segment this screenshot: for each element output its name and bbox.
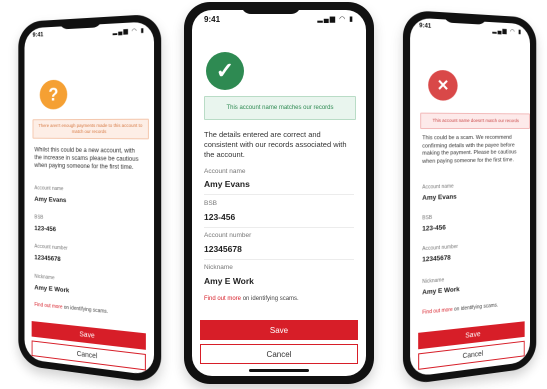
nickname-value: Amy E Work [204, 276, 254, 286]
find-out-more-link[interactable]: Find out more [204, 296, 241, 302]
bsb-value: 123-456 [422, 224, 446, 233]
cross-icon: ✕ [428, 69, 458, 101]
nickname-label: Nickname [422, 277, 445, 286]
account-number-value: 12345678 [34, 254, 61, 264]
divider [204, 259, 354, 260]
bsb-label: BSB [204, 200, 218, 207]
status-time: 9:41 [32, 32, 44, 39]
divider [204, 227, 354, 228]
success-banner-text: This account name matches our records [226, 105, 334, 111]
status-time: 9:41 [419, 23, 432, 30]
notch [241, 2, 301, 14]
save-button[interactable]: Save [200, 320, 358, 340]
account-name-label: Account name [34, 185, 64, 193]
warning-banner: There aren't enough payments made to thi… [32, 118, 149, 140]
cancel-button-label: Cancel [462, 350, 484, 360]
nickname-label: Nickname [34, 273, 55, 282]
save-button-label: Save [79, 330, 95, 340]
scam-info-text: on identifying scams. [452, 302, 499, 313]
screen-warning: 9:41 ▂▄▆ ◠ ▮ ? There aren't enough payme… [24, 21, 155, 376]
account-number-value: 12345678 [204, 244, 242, 254]
check-icon: ✓ [206, 52, 244, 90]
account-number-value: 12345678 [422, 254, 451, 264]
success-message: The details entered are correct and cons… [204, 130, 347, 159]
nickname-value: Amy E Work [34, 284, 70, 295]
account-name-value: Amy Evans [34, 196, 67, 205]
error-banner-text: This account name doesn't match our reco… [432, 117, 519, 124]
scam-info-row: Find out more on identifying scams. [422, 302, 498, 315]
status-icons: ▂▄▆ ◠ ▮ [112, 27, 145, 36]
phone-right: 9:41 ▂▄▆ ◠ ▮ ✕ This account name doesn't… [402, 9, 537, 386]
save-button-label: Save [465, 330, 481, 340]
bsb-value: 123-456 [204, 212, 236, 222]
account-name-value: Amy Evans [422, 193, 457, 202]
bsb-value: 123-456 [34, 225, 57, 234]
success-banner: This account name matches our records [204, 96, 356, 120]
status-icons: ▂▄▆ ◠ ▮ [317, 16, 354, 23]
divider [204, 194, 354, 195]
scam-info-text: on identifying scams. [62, 304, 109, 316]
scam-info-text: on identifying scams. [241, 296, 299, 302]
screen-error: 9:41 ▂▄▆ ◠ ▮ ✕ This account name doesn't… [410, 17, 531, 378]
question-mark-glyph: ? [48, 84, 59, 105]
account-number-label: Account number [422, 243, 459, 253]
find-out-more-link[interactable]: Find out more [422, 307, 452, 316]
cancel-button-label: Cancel [76, 350, 98, 360]
cross-glyph: ✕ [436, 77, 450, 95]
account-number-label: Account number [34, 243, 68, 252]
scam-info-row: Find out more on identifying scams. [204, 296, 299, 302]
home-indicator [249, 369, 309, 372]
find-out-more-link[interactable]: Find out more [34, 302, 62, 311]
error-message: This could be a scam. We recommend confi… [422, 134, 517, 165]
nickname-value: Amy E Work [422, 286, 460, 297]
screen-success: 9:41 ▂▄▆ ◠ ▮ ✓ This account name matches… [192, 10, 366, 376]
status-time: 9:41 [204, 15, 221, 24]
status-icons: ▂▄▆ ◠ ▮ [492, 28, 522, 36]
phone-center: 9:41 ▂▄▆ ◠ ▮ ✓ This account name matches… [184, 2, 374, 384]
bsb-label: BSB [422, 214, 433, 222]
phone-left: 9:41 ▂▄▆ ◠ ▮ ? There aren't enough payme… [18, 13, 162, 384]
scam-info-row: Find out more on identifying scams. [34, 302, 108, 315]
warning-banner-text: There aren't enough payments made to thi… [38, 122, 143, 135]
bsb-label: BSB [34, 214, 44, 221]
check-glyph: ✓ [215, 58, 235, 83]
save-button-label: Save [269, 325, 289, 335]
cancel-button-label: Cancel [266, 349, 292, 359]
nickname-label: Nickname [204, 264, 233, 271]
warning-message: Whilst this could be a new account, with… [34, 147, 139, 172]
cancel-button[interactable]: Cancel [200, 344, 358, 364]
error-banner: This account name doesn't match our reco… [420, 112, 531, 130]
question-mark-icon: ? [39, 79, 68, 110]
account-name-label: Account name [422, 183, 454, 191]
account-name-label: Account name [204, 168, 246, 175]
account-name-value: Amy Evans [204, 179, 250, 189]
account-number-label: Account number [204, 232, 252, 239]
